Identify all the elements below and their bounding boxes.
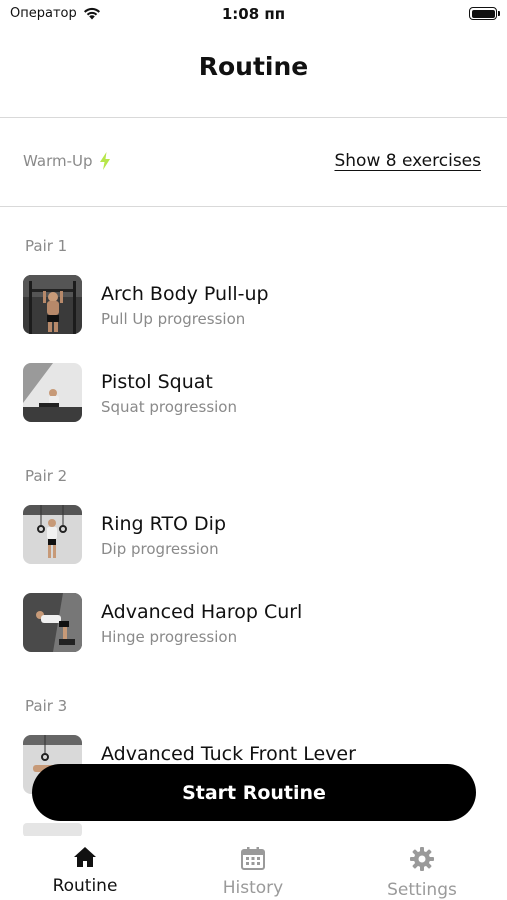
start-routine-button[interactable]: Start Routine [32, 764, 476, 821]
exercise-name: Advanced Tuck Front Lever [101, 743, 356, 765]
exercise-thumbnail [23, 363, 82, 422]
exercise-thumbnail [23, 593, 82, 652]
status-time: 1:08 пп [221, 5, 286, 23]
exercise-name: Advanced Harop Curl [101, 601, 303, 623]
pair-label: Pair 1 [25, 237, 68, 255]
tab-routine[interactable]: Routine [20, 846, 150, 896]
exercise-progression: Pull Up progression [101, 310, 246, 328]
exercise-thumbnail [23, 275, 82, 334]
exercise-progression: Dip progression [101, 540, 219, 558]
exercise-name: Pistol Squat [101, 371, 213, 393]
exercise-row-pistol-squat[interactable]: Pistol Squat Squat progression [23, 363, 493, 423]
page-title: Routine [198, 52, 309, 81]
pair-label: Pair 3 [25, 697, 68, 715]
warmup-label: Warm-Up [23, 152, 93, 170]
exercise-row-arch-body-pull-up[interactable]: Arch Body Pull-up Pull Up progression [23, 275, 493, 335]
exercise-name: Ring RTO Dip [101, 513, 227, 535]
tab-label: Routine [52, 876, 118, 896]
calendar-icon [241, 847, 265, 870]
warmup-label-group: Warm-Up [23, 152, 111, 170]
exercise-name: Arch Body Pull-up [101, 283, 269, 305]
status-bar: Оператор 1:08 пп [0, 0, 507, 30]
header-divider [0, 117, 507, 118]
tab-history[interactable]: History [188, 846, 318, 898]
exercise-thumbnail [23, 505, 82, 564]
show-exercises-link[interactable]: Show 8 exercises [334, 151, 481, 171]
exercise-row-advanced-harop-curl[interactable]: Advanced Harop Curl Hinge progression [23, 593, 493, 653]
battery-icon [469, 7, 500, 20]
tab-label: History [222, 878, 284, 898]
pair-label: Pair 2 [25, 467, 68, 485]
faded-list-row [23, 822, 423, 836]
tab-label: Settings [387, 880, 457, 900]
exercise-progression: Squat progression [101, 398, 237, 416]
exercise-progression: Hinge progression [101, 628, 238, 646]
gear-icon [410, 847, 434, 871]
exercise-row-ring-rto-dip[interactable]: Ring RTO Dip Dip progression [23, 505, 493, 565]
lightning-bolt-icon [99, 152, 110, 170]
tab-settings[interactable]: Settings [357, 846, 487, 900]
tab-bar: Routine History Settings [0, 838, 507, 900]
warmup-divider [0, 206, 507, 207]
home-icon [74, 847, 96, 867]
